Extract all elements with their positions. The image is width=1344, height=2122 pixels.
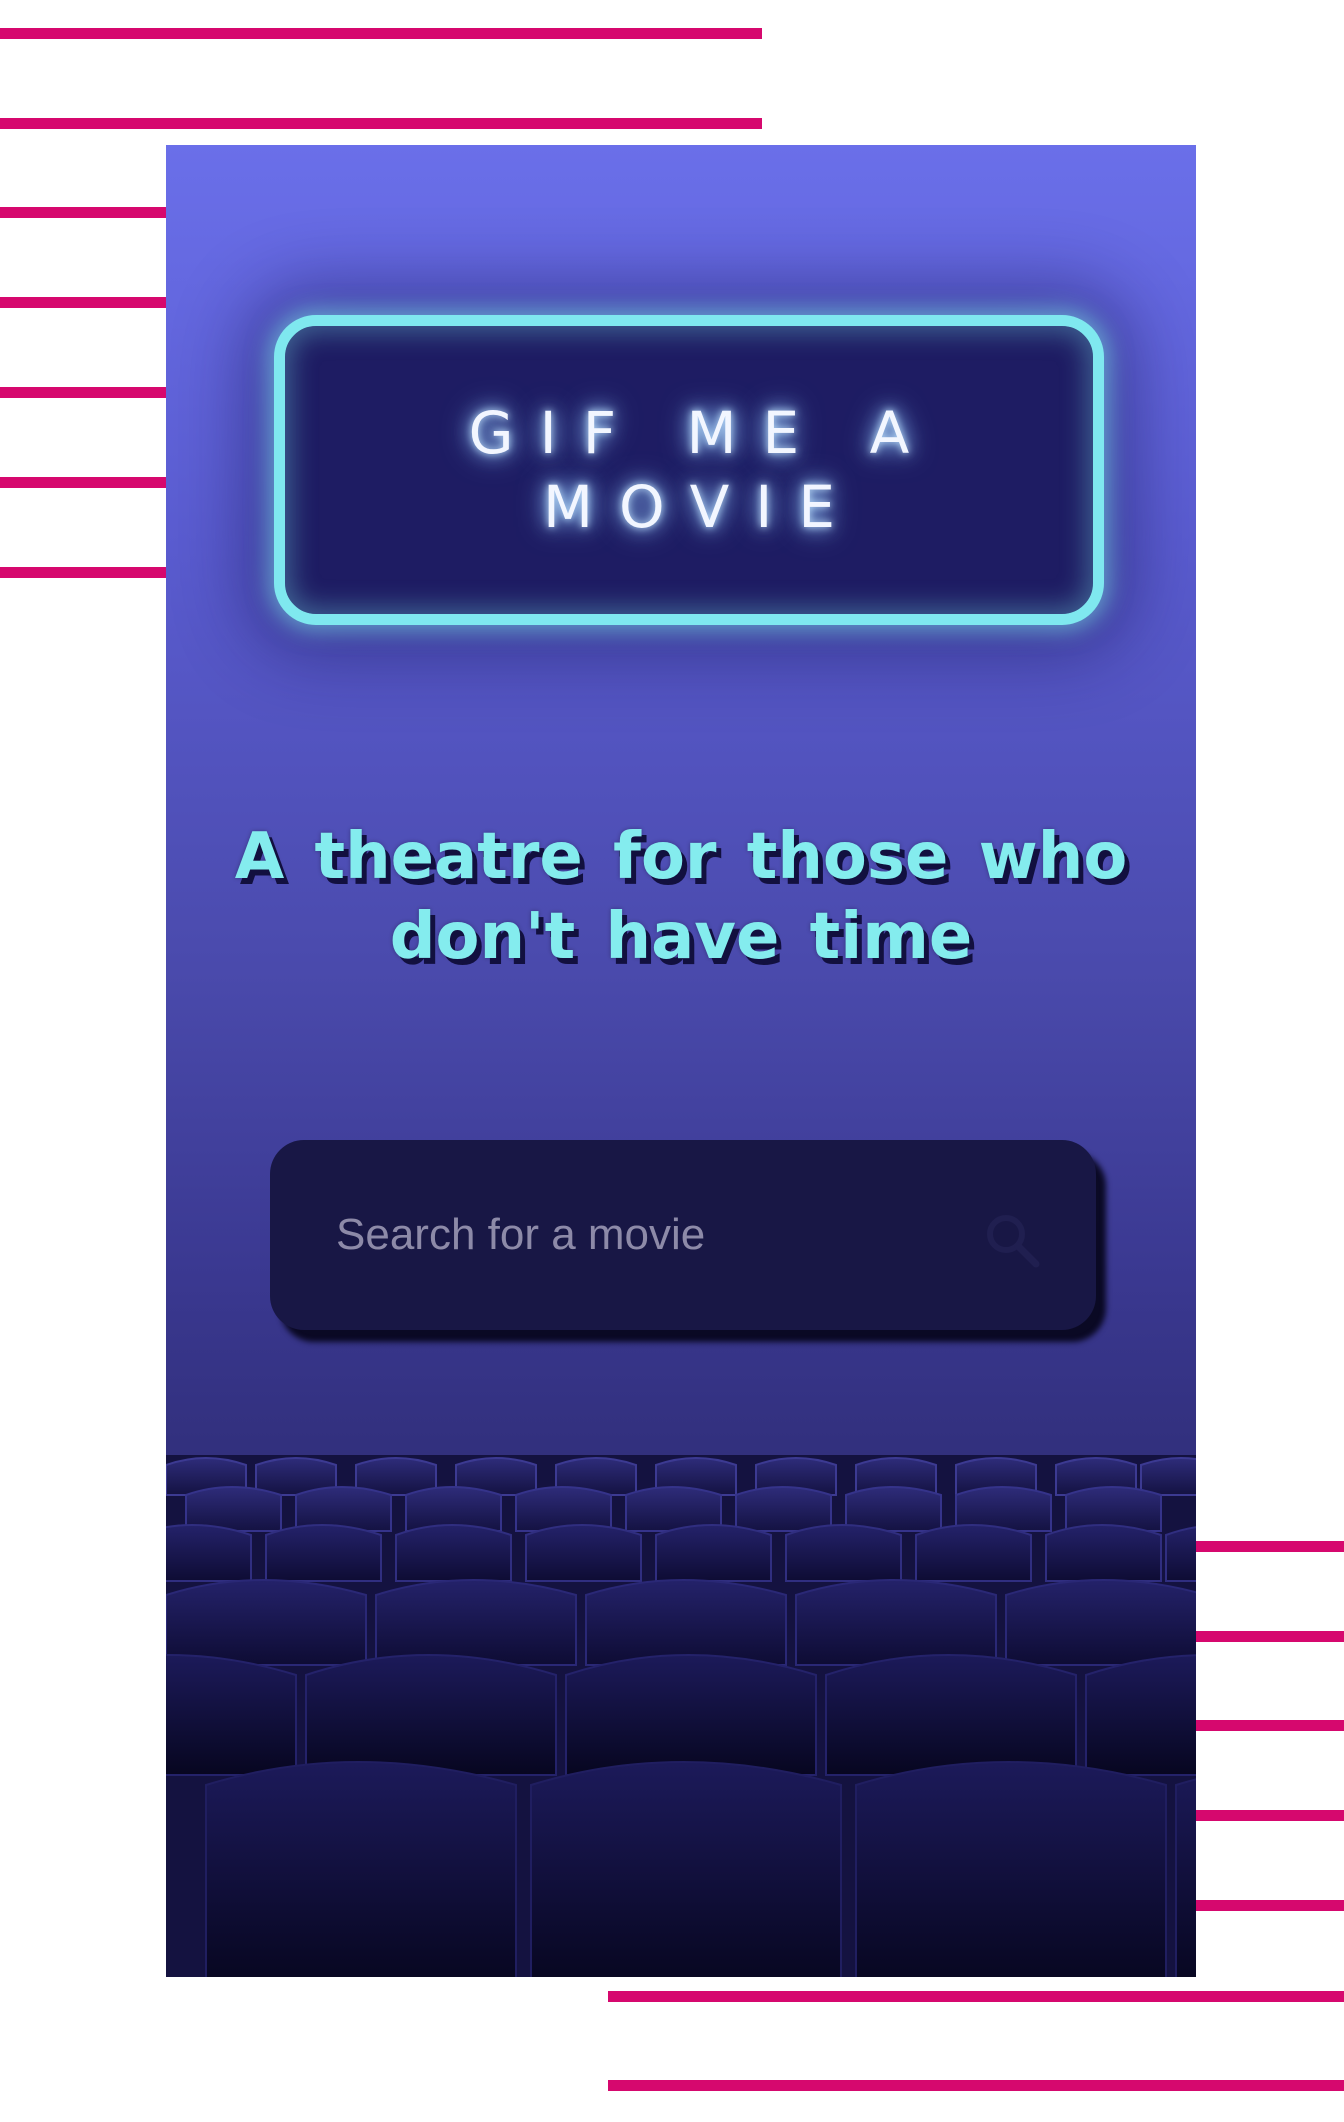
decorative-stripe	[1190, 1631, 1344, 1642]
search-icon[interactable]	[982, 1210, 1042, 1270]
search-input[interactable]	[334, 1209, 938, 1261]
decorative-stripe	[1190, 1900, 1344, 1911]
decorative-stripe	[0, 477, 170, 488]
decorative-stripe	[0, 207, 170, 218]
decorative-stripe	[0, 118, 762, 129]
search-bar[interactable]	[270, 1140, 1096, 1330]
theatre-seats-illustration	[166, 1455, 1196, 1977]
decorative-stripe	[1190, 1541, 1344, 1552]
page: GIF ME A MOVIE A theatre for those who d…	[0, 0, 1344, 2122]
app-title: GIF ME A MOVIE	[468, 399, 936, 541]
decorative-stripe	[0, 297, 170, 308]
app-screen: GIF ME A MOVIE A theatre for those who d…	[166, 145, 1196, 1977]
neon-logo-sign: GIF ME A MOVIE	[274, 315, 1104, 625]
decorative-stripe	[1190, 1810, 1344, 1821]
tagline: A theatre for those who don't have time	[234, 820, 1128, 974]
decorative-stripe	[1190, 1720, 1344, 1731]
decorative-stripe	[0, 567, 170, 578]
decorative-stripe	[608, 2080, 1344, 2091]
decorative-stripe	[0, 387, 170, 398]
decorative-stripe	[0, 28, 762, 39]
decorative-stripe	[608, 1991, 1344, 2002]
